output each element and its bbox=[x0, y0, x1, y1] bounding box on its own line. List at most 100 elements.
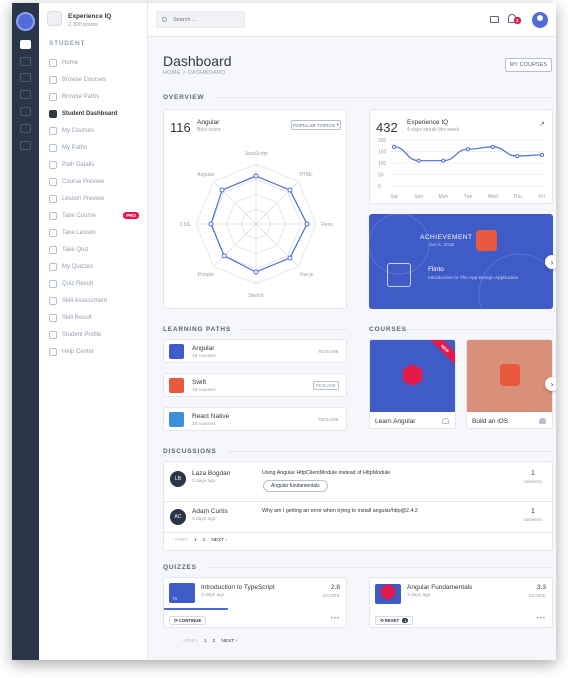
discussion-tag[interactable]: Angular fundamentals bbox=[263, 480, 328, 492]
chat-icon[interactable] bbox=[20, 107, 31, 116]
sidebar-item[interactable]: Student Dashboard bbox=[49, 105, 139, 122]
course-card-ios[interactable]: Build an iOS bbox=[466, 339, 553, 429]
page-1-button[interactable]: 1 bbox=[194, 538, 197, 543]
brand-points: 2,300 points bbox=[68, 22, 98, 28]
resume-button[interactable]: RESUME bbox=[312, 381, 339, 390]
x-tick-label: Sat bbox=[390, 194, 398, 200]
sidebar-item[interactable]: Browse Paths bbox=[49, 88, 139, 105]
sidebar-item[interactable]: Path Details bbox=[49, 156, 139, 173]
my-courses-button[interactable]: MY COURSES bbox=[505, 58, 552, 72]
prev-page-button[interactable]: ‹ PREV bbox=[172, 538, 188, 543]
sidebar-item-label: My Paths bbox=[62, 144, 88, 151]
next-page-button[interactable]: NEXT › bbox=[221, 639, 237, 644]
learning-path-item[interactable]: Swift 18 courses RESUME bbox=[163, 373, 347, 397]
achievement-description: Introduction to The App Design Applicati… bbox=[428, 276, 519, 281]
mail-icon[interactable] bbox=[490, 16, 499, 23]
divider bbox=[164, 532, 552, 533]
sidebar-item[interactable]: Home bbox=[49, 54, 139, 71]
sidebar-item[interactable]: Take Lesson bbox=[49, 224, 139, 241]
discussion-author[interactable]: Laza Bogdan bbox=[192, 470, 230, 477]
quiz-score-label: SCORE bbox=[322, 593, 340, 598]
quiz-continue-button[interactable]: ⟳ CONTINUE bbox=[169, 616, 207, 625]
sidebar-item-label: Lesson Preview bbox=[62, 195, 105, 202]
quiz-time: 3 days ago bbox=[201, 593, 225, 598]
sidebar-item-icon bbox=[49, 143, 57, 152]
sidebar-item-label: Take Course bbox=[62, 212, 96, 219]
sidebar-item-icon bbox=[49, 194, 57, 203]
sidebar-item[interactable]: Quiz Result bbox=[49, 275, 139, 292]
app-logo-icon[interactable] bbox=[16, 12, 35, 31]
sidebar-item[interactable]: My Courses bbox=[49, 122, 139, 139]
chevron-down-icon: ▾ bbox=[336, 122, 340, 127]
list-icon[interactable] bbox=[20, 141, 31, 150]
sidebar-item[interactable]: Lesson Preview bbox=[49, 190, 139, 207]
resume-button[interactable]: RESUME bbox=[319, 349, 339, 354]
school-icon[interactable] bbox=[20, 40, 31, 49]
achievement-next-button[interactable]: › bbox=[545, 255, 556, 269]
page-1-button[interactable]: 1 bbox=[204, 639, 207, 644]
sidebar-item[interactable]: Browse Courses bbox=[49, 71, 139, 88]
sidebar-item[interactable]: Skill Assessment bbox=[49, 292, 139, 309]
account-icon[interactable] bbox=[20, 90, 31, 99]
learning-path-item[interactable]: React Native 18 courses RESUME bbox=[163, 407, 347, 431]
settings-icon[interactable] bbox=[20, 124, 31, 133]
quiz-card[interactable]: Angular Fundamentals 3 days ago 3.3 SCOR… bbox=[369, 577, 553, 628]
achievement-card[interactable]: ACHIEVEMENT Jun 5, 2018 Flinto Introduct… bbox=[369, 214, 553, 309]
prev-page-button[interactable]: ‹ PREV bbox=[182, 639, 198, 644]
discussion-author[interactable]: Adam Curtis bbox=[192, 508, 228, 515]
sidebar-item-icon bbox=[49, 313, 57, 322]
course-card-angular[interactable]: NEW Learn Angular bbox=[369, 339, 456, 429]
radar-axis-label: Vue.js bbox=[299, 272, 313, 278]
path-icon bbox=[169, 344, 184, 359]
favorite-icon[interactable] bbox=[442, 418, 449, 424]
learning-path-item[interactable]: Angular 18 courses RESUME bbox=[163, 339, 347, 363]
sidebar-item[interactable]: Skill Result bbox=[49, 309, 139, 326]
grid-icon[interactable] bbox=[20, 57, 31, 66]
quiz-score: 3.3 bbox=[536, 584, 546, 591]
course-title: Build an iOS bbox=[472, 418, 509, 425]
more-icon[interactable]: ••• bbox=[331, 616, 340, 622]
search-input[interactable] bbox=[173, 16, 243, 23]
sidebar-item[interactable]: Help Center bbox=[49, 343, 139, 360]
radar-point-0 bbox=[253, 173, 259, 179]
divider bbox=[406, 329, 553, 330]
radar-axis-label: CSS bbox=[180, 222, 191, 228]
page-2-button[interactable]: 2 bbox=[203, 538, 206, 543]
apps-icon[interactable] bbox=[20, 73, 31, 82]
search-box[interactable] bbox=[156, 11, 245, 28]
next-page-button[interactable]: NEXT › bbox=[211, 538, 227, 543]
sidebar-item[interactable]: Course Preview bbox=[49, 173, 139, 190]
quiz-reset-button[interactable]: ⟲ RESET 1 bbox=[375, 616, 414, 625]
sidebar-item[interactable]: Take Quiz bbox=[49, 241, 139, 258]
sidebar-item-label: Student Profile bbox=[62, 331, 102, 338]
learning-paths-heading: LEARNING PATHS bbox=[163, 326, 232, 333]
y-tick-label: 50 bbox=[378, 173, 384, 179]
page-2-button[interactable]: 2 bbox=[213, 639, 216, 644]
divider bbox=[216, 97, 552, 98]
sidebar-item[interactable]: Student Profile bbox=[49, 326, 139, 343]
radar-point-1 bbox=[287, 187, 293, 193]
popular-topics-label: POPULAR TOPICS bbox=[292, 122, 336, 128]
sidebar-item-label: Browse Paths bbox=[62, 93, 100, 100]
discussion-question[interactable]: Why am I getting an error when trying to… bbox=[262, 508, 418, 514]
pro-badge: PRO bbox=[123, 212, 139, 219]
brand-title: Experience IQ bbox=[68, 13, 112, 20]
quiz-action-label: RESET bbox=[384, 618, 400, 623]
discussion-question[interactable]: Using Angular HttpClientModule instead o… bbox=[262, 470, 390, 476]
skills-subtitle: Best score bbox=[197, 127, 221, 133]
quiz-card[interactable]: TS Introduction to TypeScript 3 days ago… bbox=[163, 577, 347, 628]
sidebar-item-icon bbox=[49, 126, 57, 135]
path-title: Angular bbox=[192, 345, 215, 352]
iq-point-0 bbox=[391, 144, 397, 149]
sidebar-item[interactable]: Take Course PRO bbox=[49, 207, 139, 224]
favorite-icon[interactable] bbox=[539, 418, 546, 424]
user-avatar[interactable] bbox=[532, 12, 548, 28]
more-icon[interactable]: ••• bbox=[537, 616, 546, 622]
courses-next-button[interactable]: › bbox=[545, 377, 556, 391]
sidebar-item[interactable]: My Quizzes bbox=[49, 258, 139, 275]
sidebar-item[interactable]: My Paths bbox=[49, 139, 139, 156]
popular-topics-dropdown[interactable]: POPULAR TOPICS ▾ bbox=[291, 120, 341, 130]
sidebar-item-label: Skill Assessment bbox=[62, 297, 108, 304]
resume-button[interactable]: RESUME bbox=[319, 417, 339, 422]
breadcrumb[interactable]: HOME > DASHBOARD bbox=[163, 70, 225, 76]
